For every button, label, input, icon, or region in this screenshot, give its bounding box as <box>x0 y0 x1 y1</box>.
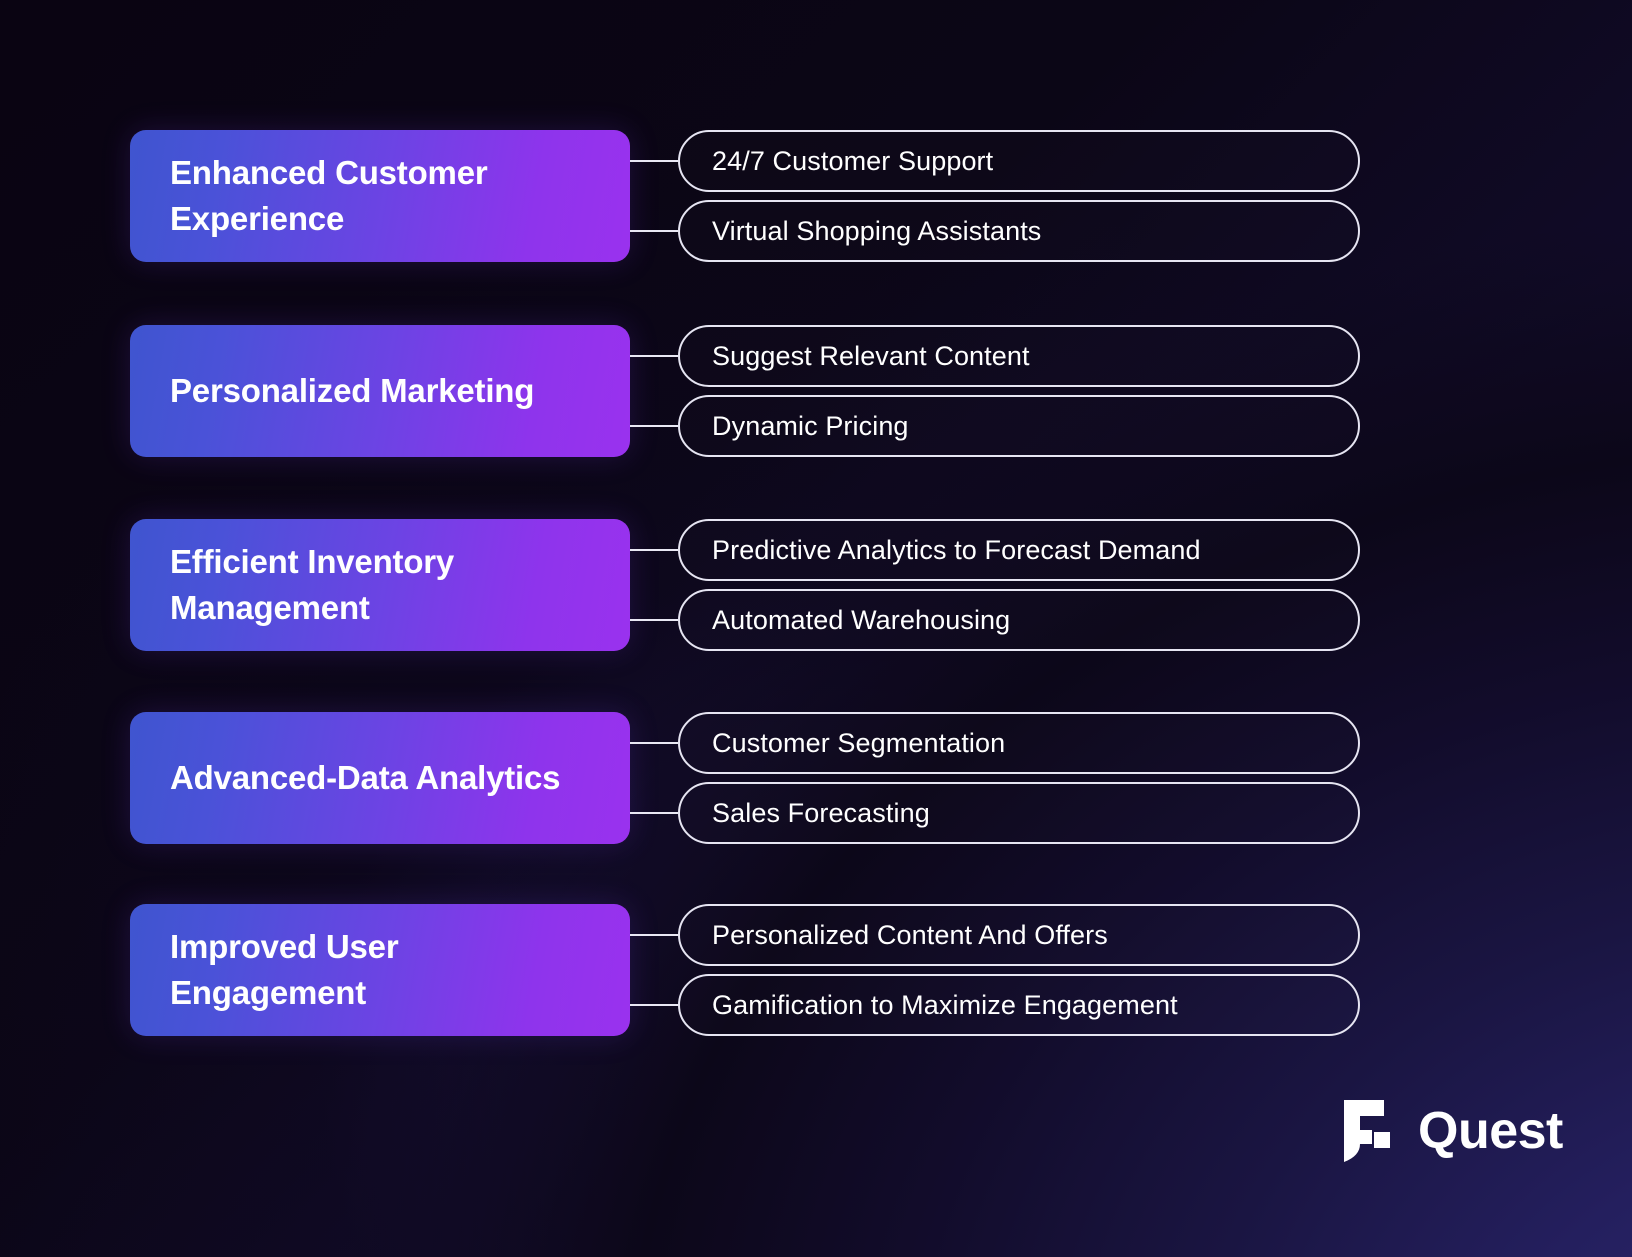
item-pill[interactable]: Personalized Content And Offers <box>678 904 1360 966</box>
category-title: Personalized Marketing <box>170 371 535 409</box>
item-row: Suggest Relevant Content <box>630 325 1360 387</box>
infographic-canvas: Enhanced Customer Experience 24/7 Custom… <box>0 0 1632 1257</box>
brand-name: Quest <box>1418 1102 1563 1160</box>
item-label: 24/7 Customer Support <box>712 145 994 176</box>
item-label: Customer Segmentation <box>712 727 1006 758</box>
connector-line <box>630 549 678 551</box>
item-column: 24/7 Customer Support Virtual Shopping A… <box>630 130 1360 262</box>
category-title: Efficient Inventory Management <box>170 542 455 626</box>
item-row: Automated Warehousing <box>630 589 1360 651</box>
item-row: Virtual Shopping Assistants <box>630 200 1360 262</box>
item-label: Suggest Relevant Content <box>712 340 1030 371</box>
item-column: Predictive Analytics to Forecast Demand … <box>630 519 1360 651</box>
connector-line <box>630 1004 678 1006</box>
item-row: Personalized Content And Offers <box>630 904 1360 966</box>
category-title: Enhanced Customer Experience <box>170 153 488 237</box>
item-pill[interactable]: Customer Segmentation <box>678 712 1360 774</box>
category-title: Advanced-Data Analytics <box>170 758 561 796</box>
item-row: Customer Segmentation <box>630 712 1360 774</box>
item-row: Predictive Analytics to Forecast Demand <box>630 519 1360 581</box>
item-label: Virtual Shopping Assistants <box>712 215 1042 246</box>
connector-line <box>630 230 678 232</box>
connector-line <box>630 619 678 621</box>
item-pill[interactable]: Sales Forecasting <box>678 782 1360 844</box>
group-row: Improved User Engagement Personalized Co… <box>130 904 1360 1036</box>
category-card[interactable]: Personalized Marketing <box>130 325 630 457</box>
item-pill[interactable]: Suggest Relevant Content <box>678 325 1360 387</box>
item-label: Dynamic Pricing <box>712 410 909 441</box>
item-pill[interactable]: Gamification to Maximize Engagement <box>678 974 1360 1036</box>
group-row: Efficient Inventory Management Predictiv… <box>130 519 1360 651</box>
item-label: Personalized Content And Offers <box>712 919 1108 950</box>
connector-line <box>630 934 678 936</box>
brand-logo[interactable]: Quest <box>1344 1100 1563 1162</box>
item-pill[interactable]: Virtual Shopping Assistants <box>678 200 1360 262</box>
quest-shield-icon <box>1344 1100 1390 1162</box>
item-label: Sales Forecasting <box>712 797 930 828</box>
connector-line <box>630 425 678 427</box>
group-row: Advanced-Data Analytics Customer Segment… <box>130 712 1360 844</box>
category-card[interactable]: Enhanced Customer Experience <box>130 130 630 262</box>
connector-line <box>630 160 678 162</box>
group-row: Enhanced Customer Experience 24/7 Custom… <box>130 130 1360 262</box>
item-label: Gamification to Maximize Engagement <box>712 989 1178 1020</box>
category-card[interactable]: Advanced-Data Analytics <box>130 712 630 844</box>
item-pill[interactable]: 24/7 Customer Support <box>678 130 1360 192</box>
item-label: Automated Warehousing <box>712 604 1011 635</box>
item-row: Gamification to Maximize Engagement <box>630 974 1360 1036</box>
connector-line <box>630 355 678 357</box>
group-row: Personalized Marketing Suggest Relevant … <box>130 325 1360 457</box>
item-column: Personalized Content And Offers Gamifica… <box>630 904 1360 1036</box>
item-pill[interactable]: Automated Warehousing <box>678 589 1360 651</box>
item-row: Dynamic Pricing <box>630 395 1360 457</box>
category-title: Improved User Engagement <box>170 927 399 1011</box>
item-row: 24/7 Customer Support <box>630 130 1360 192</box>
item-column: Customer Segmentation Sales Forecasting <box>630 712 1360 844</box>
category-card[interactable]: Efficient Inventory Management <box>130 519 630 651</box>
item-column: Suggest Relevant Content Dynamic Pricing <box>630 325 1360 457</box>
connector-line <box>630 812 678 814</box>
item-label: Predictive Analytics to Forecast Demand <box>712 534 1201 565</box>
category-card[interactable]: Improved User Engagement <box>130 904 630 1036</box>
item-row: Sales Forecasting <box>630 782 1360 844</box>
connector-line <box>630 742 678 744</box>
item-pill[interactable]: Predictive Analytics to Forecast Demand <box>678 519 1360 581</box>
item-pill[interactable]: Dynamic Pricing <box>678 395 1360 457</box>
